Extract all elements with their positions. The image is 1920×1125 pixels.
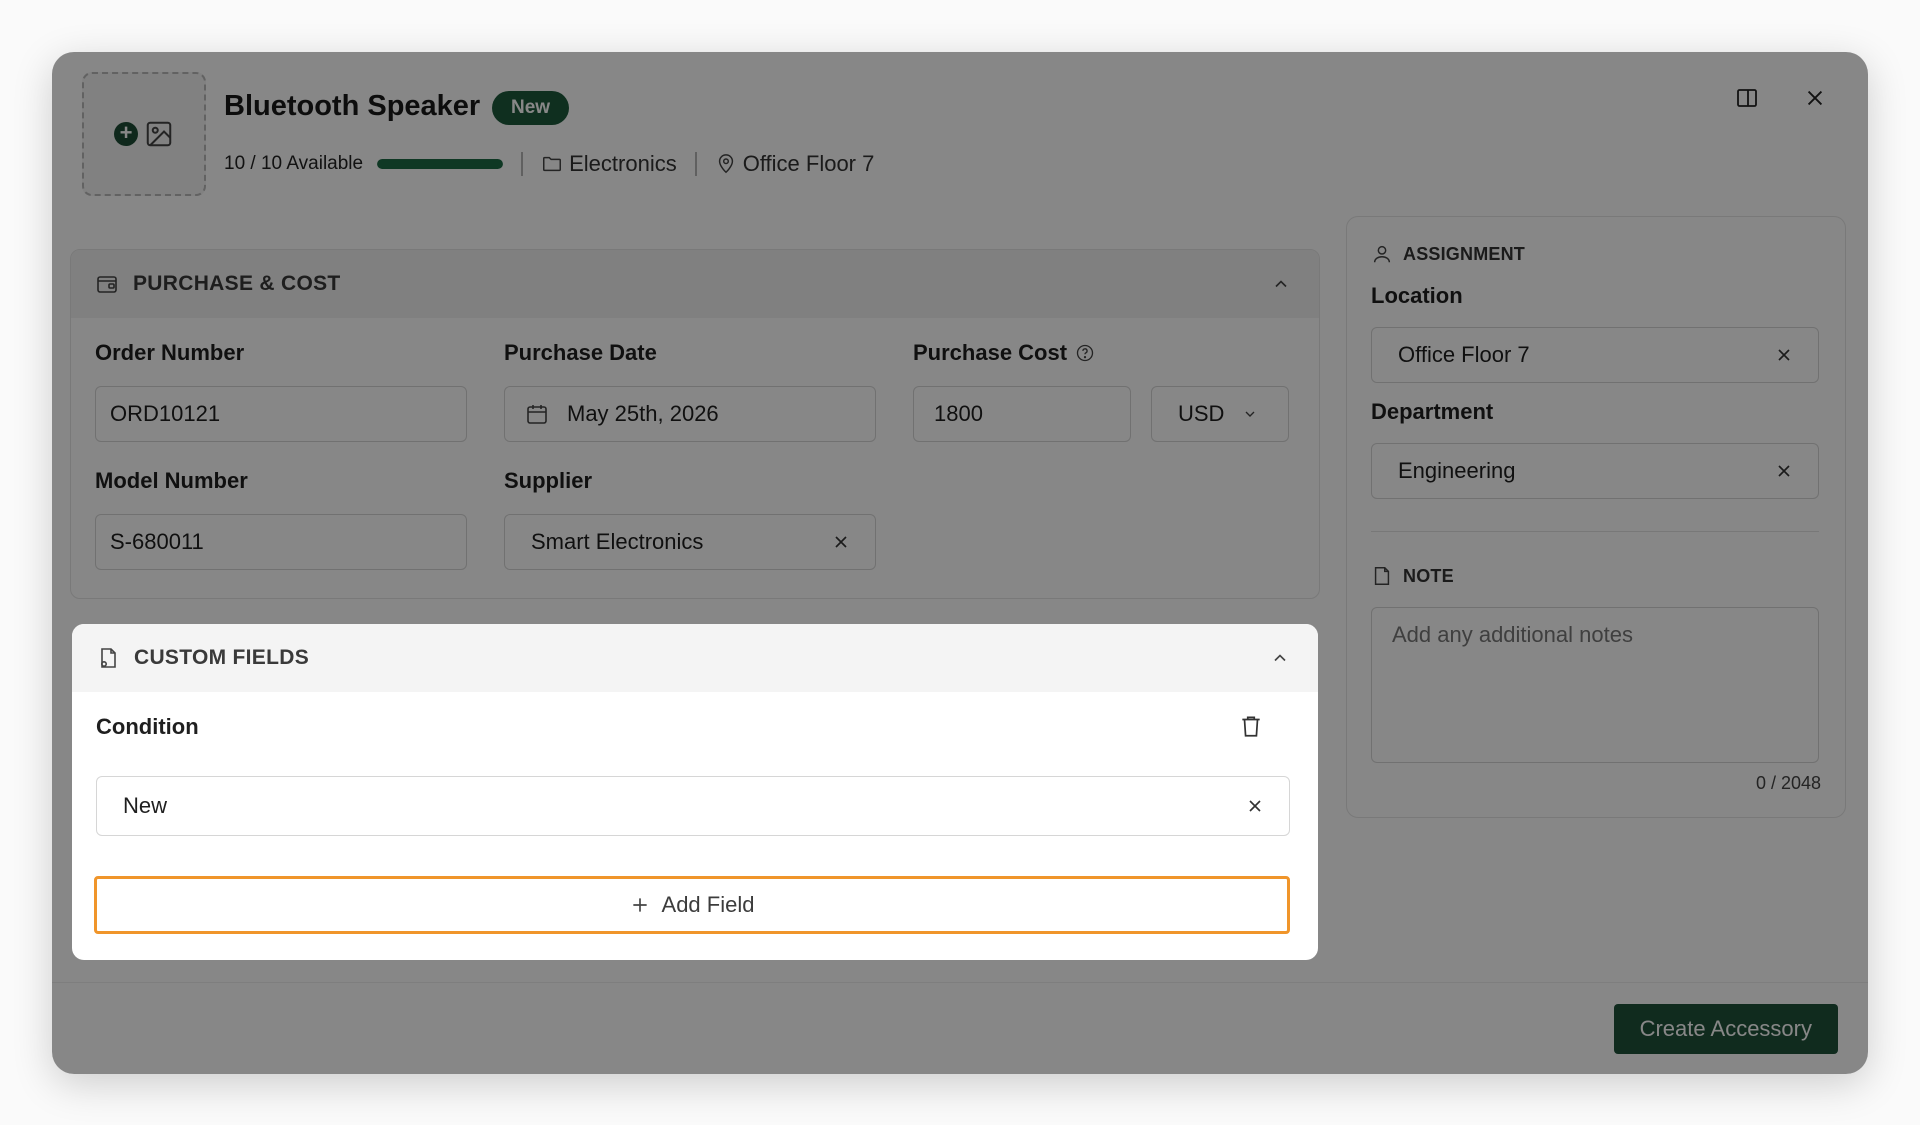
- clear-location-icon[interactable]: [1774, 345, 1794, 365]
- image-upload-placeholder[interactable]: +: [82, 72, 206, 196]
- model-number-label: Model Number: [95, 468, 248, 493]
- create-accessory-modal: + Bluetooth Speaker New 10 / 10 Availabl…: [52, 52, 1868, 1074]
- condition-label: Condition: [96, 714, 199, 739]
- currency-select[interactable]: USD: [1151, 386, 1289, 442]
- condition-field[interactable]: New: [96, 776, 1290, 836]
- note-char-counter: 0 / 2048: [1755, 773, 1821, 793]
- purchase-cost-title: PURCHASE & COST: [133, 272, 341, 295]
- order-number-label: Order Number: [95, 340, 245, 365]
- department-select[interactable]: Engineering: [1371, 443, 1819, 499]
- close-modal-button[interactable]: [1797, 80, 1833, 116]
- availability-progress-bar: [377, 159, 504, 169]
- chevron-down-icon: [1245, 411, 1255, 417]
- wallet-icon: [97, 276, 117, 293]
- add-field-button[interactable]: Add Field: [94, 876, 1290, 934]
- order-number-field[interactable]: ORD10121: [95, 386, 467, 442]
- toggle-sidebar-button[interactable]: [1729, 80, 1765, 116]
- chevron-up-icon[interactable]: [1270, 648, 1290, 668]
- clear-supplier-icon[interactable]: [831, 532, 851, 552]
- sidebar-panel-icon: [1737, 89, 1757, 107]
- location-select[interactable]: Office Floor 7: [1371, 327, 1819, 383]
- item-title: Bluetooth Speaker: [224, 90, 481, 122]
- create-accessory-button[interactable]: Create Accessory: [1613, 1004, 1838, 1054]
- assignment-title: ASSIGNMENT: [1371, 243, 1525, 265]
- purchase-cost-section: PURCHASE & COST Order Number ORD10121 Pu…: [70, 249, 1320, 599]
- item-meta: 10 / 10 Available Electronics Office Flo…: [224, 148, 874, 180]
- image-icon: [146, 121, 172, 147]
- purchase-cost-header[interactable]: PURCHASE & COST: [71, 250, 1319, 318]
- clear-condition-icon[interactable]: [1245, 796, 1265, 816]
- clear-department-icon[interactable]: [1774, 461, 1794, 481]
- plus-icon: [632, 898, 647, 912]
- supplier-select[interactable]: Smart Electronics: [504, 514, 876, 570]
- add-image-icon: +: [114, 122, 138, 146]
- custom-fields-title: CUSTOM FIELDS: [134, 646, 310, 669]
- user-assign-icon: [1373, 245, 1391, 263]
- custom-fields-section: CUSTOM FIELDS Condition New Add Field: [72, 624, 1318, 960]
- modal-footer: Create Accessory: [52, 982, 1868, 1074]
- file-settings-icon: [101, 648, 116, 668]
- note-icon: [1374, 567, 1390, 585]
- note-textarea[interactable]: Add any additional notes: [1371, 607, 1819, 763]
- purchase-cost-field[interactable]: 1800: [913, 386, 1131, 442]
- category-meta: Electronics: [541, 151, 677, 177]
- availability-text: 10 / 10 Available: [224, 153, 364, 174]
- purchase-date-label: Purchase Date: [504, 340, 657, 365]
- location-meta: Office Floor 7: [715, 151, 875, 177]
- supplier-label: Supplier: [504, 468, 593, 493]
- department-label: Department: [1371, 399, 1494, 424]
- chevron-up-icon[interactable]: [1271, 274, 1291, 294]
- purchase-cost-label: Purchase Cost: [913, 340, 1095, 366]
- category-text: Electronics: [569, 151, 677, 176]
- close-icon: [1807, 90, 1823, 106]
- folder-icon: [543, 156, 562, 172]
- trash-icon[interactable]: [1238, 712, 1264, 740]
- help-icon[interactable]: [1075, 343, 1095, 363]
- map-pin-icon: [718, 154, 733, 174]
- note-title: NOTE: [1371, 565, 1454, 587]
- calendar-icon: [527, 405, 547, 424]
- modal-header: + Bluetooth Speaker New 10 / 10 Availabl…: [52, 52, 1868, 217]
- assignment-note-panel: ASSIGNMENT Location Office Floor 7 Depar…: [1346, 216, 1846, 818]
- purchase-date-field[interactable]: May 25th, 2026: [504, 386, 876, 442]
- location-label: Location: [1371, 283, 1463, 308]
- custom-fields-header[interactable]: CUSTOM FIELDS: [72, 624, 1318, 692]
- model-number-field[interactable]: S-680011: [95, 514, 467, 570]
- status-badge: New: [492, 91, 570, 125]
- location-text: Office Floor 7: [742, 151, 875, 176]
